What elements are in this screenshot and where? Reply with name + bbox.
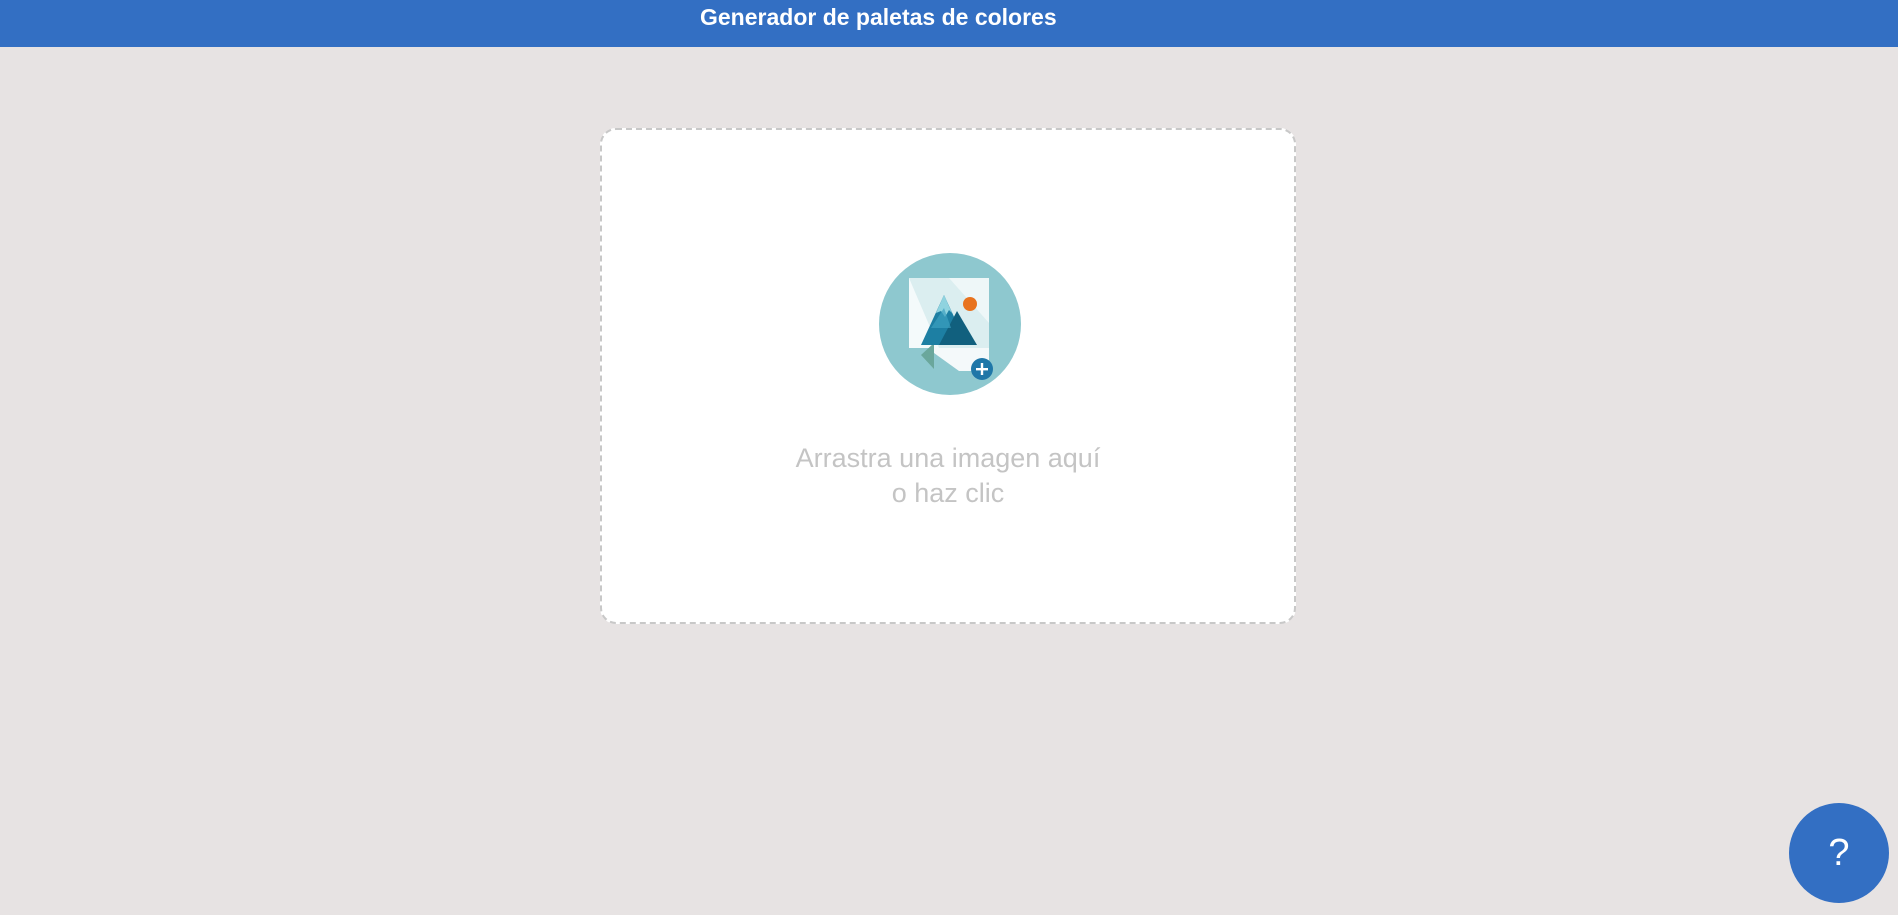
- header-bar: Generador de paletas de colores: [0, 0, 1898, 47]
- dropzone-line-1: Arrastra una imagen aquí: [795, 443, 1101, 473]
- image-upload-icon: [879, 253, 1021, 395]
- dropzone-instructions: Arrastra una imagen aquí o haz clic: [602, 441, 1294, 511]
- dropzone-line-2: o haz clic: [891, 478, 1005, 508]
- page-title: Generador de paletas de colores: [700, 4, 1057, 30]
- help-button[interactable]: ?: [1789, 803, 1889, 903]
- image-dropzone[interactable]: Arrastra una imagen aquí o haz clic: [600, 128, 1296, 624]
